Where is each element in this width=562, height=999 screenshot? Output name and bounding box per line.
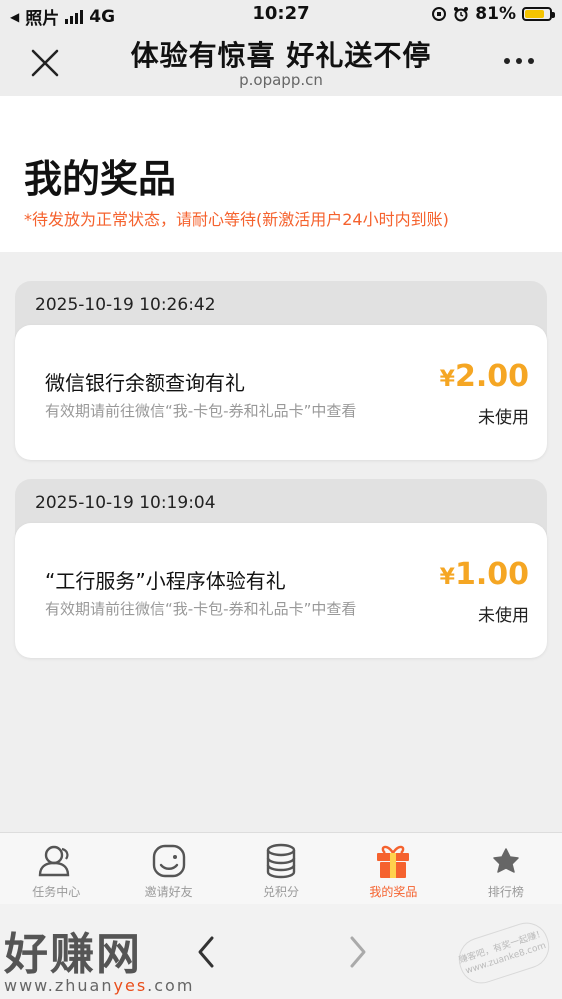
prize-card[interactable]: 2025-10-19 10:19:04 “工行服务”小程序体验有礼 有效期请前往… bbox=[15, 479, 547, 658]
prize-amount: ¥2.00 bbox=[439, 359, 529, 394]
prize-date: 2025-10-19 10:19:04 bbox=[35, 493, 216, 513]
prize-status: 未使用 bbox=[478, 408, 529, 428]
watermark-stamp: 赚客吧，有奖一起赚！ www.zuanke8.com bbox=[453, 916, 555, 990]
prize-amount: ¥1.00 bbox=[439, 557, 529, 592]
prize-status: 未使用 bbox=[478, 606, 529, 626]
smile-face-icon bbox=[149, 841, 189, 881]
browser-bottom-bar: 好赚网 www.zhuanyes.com 赚客吧，有奖一起赚！ www.zuan… bbox=[0, 904, 562, 999]
watermark-logo: 好赚网 www.zhuanyes.com bbox=[4, 918, 194, 995]
bottom-tab-bar: 任务中心 邀请好友 兑积分 我的奖品 排行榜 bbox=[0, 832, 562, 905]
prize-date: 2025-10-19 10:26:42 bbox=[35, 295, 216, 315]
tab-my-prizes[interactable]: 我的奖品 bbox=[337, 833, 449, 905]
tab-label: 我的奖品 bbox=[369, 885, 418, 899]
tab-label: 排行榜 bbox=[487, 885, 524, 899]
orientation-lock-icon bbox=[432, 7, 447, 21]
tab-label: 邀请好友 bbox=[144, 885, 193, 899]
prize-card-body[interactable]: 微信银行余额查询有礼 有效期请前往微信“我-卡包-券和礼品卡”中查看 ¥2.00… bbox=[15, 325, 547, 460]
tab-label: 任务中心 bbox=[32, 885, 81, 899]
alarm-icon bbox=[454, 7, 469, 22]
prize-card-body[interactable]: “工行服务”小程序体验有礼 有效期请前往微信“我-卡包-券和礼品卡”中查看 ¥1… bbox=[15, 523, 547, 658]
user-group-icon bbox=[36, 841, 76, 881]
page-title: 体验有惊喜 好礼送不停 bbox=[130, 39, 432, 72]
star-icon bbox=[486, 841, 526, 881]
section-title: 我的奖品 bbox=[24, 157, 177, 201]
watermark-brand: 好赚网 bbox=[4, 929, 142, 980]
status-bar: ◀ 照片 4G 10:27 81% bbox=[0, 0, 562, 30]
prize-name: 微信银行余额查询有礼 bbox=[45, 371, 245, 395]
prize-name: “工行服务”小程序体验有礼 bbox=[45, 569, 286, 593]
status-right: 81% bbox=[431, 4, 555, 24]
tab-label: 兑积分 bbox=[263, 885, 300, 899]
back-arrow-icon[interactable] bbox=[192, 934, 222, 970]
navigation-bar: 体验有惊喜 好礼送不停 p.opapp.cn bbox=[0, 30, 562, 96]
tab-leaderboard[interactable]: 排行榜 bbox=[450, 833, 562, 905]
prize-header: 我的奖品 *待发放为正常状态，请耐心等待(新激活用户24小时内到账) bbox=[0, 96, 562, 252]
page-domain: p.opapp.cn bbox=[239, 71, 323, 89]
battery-percent: 81% bbox=[475, 4, 516, 24]
forward-arrow-icon[interactable] bbox=[342, 934, 372, 970]
gift-icon bbox=[373, 841, 413, 881]
coin-stack-icon bbox=[261, 841, 301, 881]
prize-card[interactable]: 2025-10-19 10:26:42 微信银行余额查询有礼 有效期请前往微信“… bbox=[15, 281, 547, 460]
more-icon[interactable] bbox=[504, 58, 534, 64]
watermark-url: www.zhuanyes.com bbox=[4, 976, 195, 995]
pending-note: *待发放为正常状态，请耐心等待(新激活用户24小时内到账) bbox=[24, 210, 449, 229]
tab-task-center[interactable]: 任务中心 bbox=[0, 833, 112, 905]
prize-validity: 有效期请前往微信“我-卡包-券和礼品卡”中查看 bbox=[45, 402, 357, 420]
tab-invite-friends[interactable]: 邀请好友 bbox=[112, 833, 224, 905]
prize-validity: 有效期请前往微信“我-卡包-券和礼品卡”中查看 bbox=[45, 600, 357, 618]
battery-icon bbox=[522, 7, 555, 21]
tab-redeem-points[interactable]: 兑积分 bbox=[225, 833, 337, 905]
